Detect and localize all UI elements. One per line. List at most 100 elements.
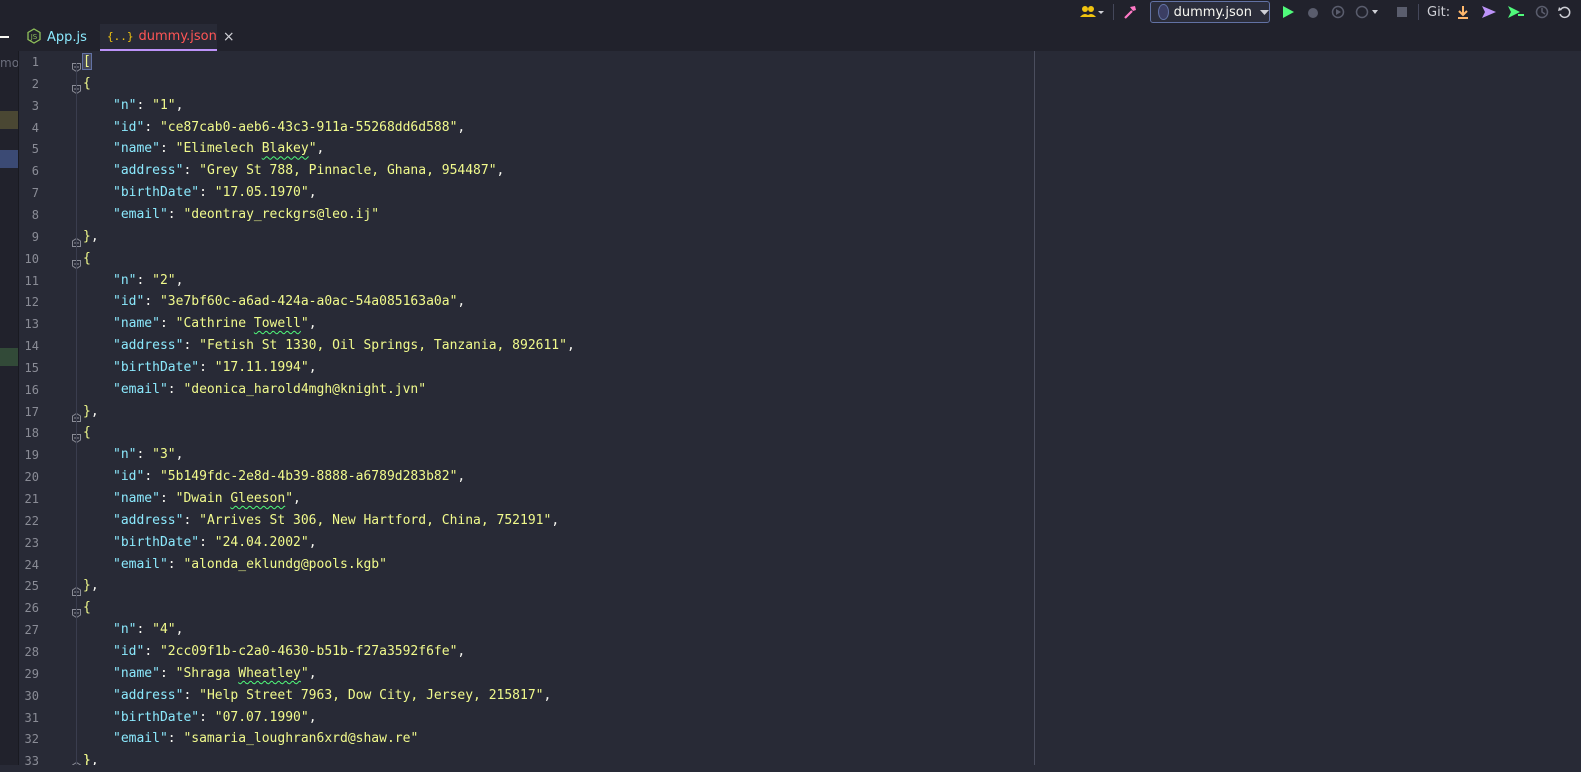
colon: : — [183, 512, 200, 528]
comma: , — [90, 578, 99, 594]
quote: " — [300, 665, 309, 681]
git-push-icon[interactable] — [1481, 0, 1497, 24]
quote: " — [159, 119, 168, 135]
code-line: { — [83, 73, 91, 95]
comma: , — [308, 359, 317, 375]
colon: : — [159, 665, 176, 681]
code-line: "id": "3e7bf60c-a6ad-424a-a0ac-54a085163… — [113, 291, 465, 313]
line-number: 33 — [24, 754, 39, 769]
profile-icon[interactable] — [1355, 0, 1379, 24]
comma: , — [457, 643, 466, 659]
json-string-value: 4 — [159, 622, 168, 638]
rollback-icon[interactable] — [1558, 0, 1572, 24]
comma: , — [293, 491, 301, 506]
line-number: 7 — [31, 186, 39, 201]
code-line: "email": "deonica_harold4mgh@knight.jvn" — [113, 379, 426, 401]
project-panel-label[interactable]: mo — [0, 56, 18, 70]
colon: : — [199, 534, 215, 550]
line-number: 3 — [31, 98, 39, 113]
close-tab-icon[interactable]: × — [223, 29, 235, 45]
json-key: "n" — [113, 622, 137, 638]
strip-marker-modified — [0, 111, 18, 129]
coverage-icon[interactable] — [1331, 0, 1345, 24]
history-icon[interactable] — [1535, 0, 1549, 24]
comma: , — [457, 469, 466, 485]
json-config-icon — [1158, 4, 1169, 20]
quote: " — [152, 447, 160, 463]
colon: : — [183, 163, 200, 179]
quote: " — [214, 359, 223, 375]
comma: , — [543, 687, 552, 703]
colon: : — [167, 731, 184, 747]
json-key: "address" — [113, 512, 184, 528]
json-key: "id" — [113, 643, 145, 659]
code-line: "birthDate": "17.05.1970", — [113, 182, 317, 204]
quote: " — [199, 687, 207, 703]
colon: : — [159, 141, 176, 157]
right-margin-guide — [1034, 51, 1035, 765]
quote: " — [214, 534, 223, 550]
json-string-value: Elimelech — [183, 141, 254, 157]
line-number-gutter: 1 2 3 4 5 6 7 8 9 10 11 12 13 14 15 16 17 18 19 20 21 22 23 24 2… — [19, 51, 69, 768]
quote: " — [199, 163, 207, 179]
json-string-value: Cathrine — [183, 316, 247, 332]
json-key: "birthDate" — [113, 534, 200, 550]
quote: " — [285, 491, 294, 506]
collaboration-icon[interactable] — [1080, 0, 1106, 24]
js-file-icon: JS — [26, 27, 42, 48]
comma: , — [308, 185, 317, 201]
json-string-value: 17.11.1994 — [222, 359, 301, 375]
quote: " — [167, 447, 176, 463]
colon: : — [136, 447, 153, 463]
code-line: } — [83, 750, 91, 765]
json-string-value: 2 — [159, 272, 168, 288]
line-number: 4 — [31, 120, 39, 135]
code-editor[interactable]: [{"n": "1", "id": "ce87cab0-aeb6-43c3-911… — [69, 51, 1581, 765]
line-number: 8 — [31, 207, 39, 222]
quote: " — [167, 97, 176, 113]
code-line: "n": "3", — [113, 444, 183, 466]
json-key: "name" — [113, 316, 160, 332]
tab-app-js[interactable]: JS App.js — [26, 24, 87, 51]
colon: : — [199, 185, 215, 201]
line-number: 30 — [24, 688, 39, 703]
comma: , — [90, 753, 99, 765]
json-string-value: Shraga — [183, 665, 231, 681]
build-hammer-icon[interactable] — [1122, 0, 1138, 24]
colon: : — [167, 381, 184, 397]
colon: : — [199, 359, 215, 375]
colon: : — [144, 643, 160, 659]
debug-icon[interactable] — [1306, 0, 1320, 24]
run-config-select[interactable]: dummy.json — [1150, 1, 1270, 23]
json-key: "id" — [113, 119, 145, 135]
code-line: "address": "Grey St 788, Pinnacle, Ghana… — [113, 160, 504, 182]
json-key: "n" — [113, 97, 137, 113]
line-number: 23 — [24, 535, 39, 550]
collapse-project-icon[interactable] — [0, 36, 9, 38]
run-icon[interactable] — [1281, 0, 1295, 24]
line-number: 25 — [24, 579, 39, 594]
comma: , — [90, 403, 99, 419]
code-line: "name": "Elimelech Blakey", — [113, 138, 324, 160]
json-key: "address" — [113, 163, 184, 179]
run-config-label: dummy.json — [1173, 4, 1252, 20]
quote: " — [152, 97, 160, 113]
stop-icon[interactable] — [1396, 0, 1408, 24]
comma: , — [308, 534, 317, 550]
tab-dummy-json[interactable]: {..} dummy.json × — [100, 24, 235, 51]
line-number: 10 — [24, 251, 39, 266]
quote: " — [410, 731, 419, 747]
indent-guide — [76, 63, 77, 765]
line-number: 13 — [24, 317, 39, 332]
code-line: "name": "Shraga Wheatley", — [113, 663, 317, 685]
json-string-value: samaria_loughran6xrd@shaw.re — [191, 731, 411, 747]
toolbar-divider-2 — [1418, 4, 1419, 20]
strip-marker-selected — [0, 150, 18, 168]
quote: " — [418, 381, 427, 397]
git-update-icon[interactable] — [1456, 0, 1470, 24]
code-line: }, — [83, 575, 99, 597]
git-commit-icon[interactable] — [1507, 0, 1525, 24]
colon: : — [183, 338, 200, 354]
json-string-value: Towell — [253, 316, 301, 332]
line-number: 27 — [24, 623, 39, 638]
